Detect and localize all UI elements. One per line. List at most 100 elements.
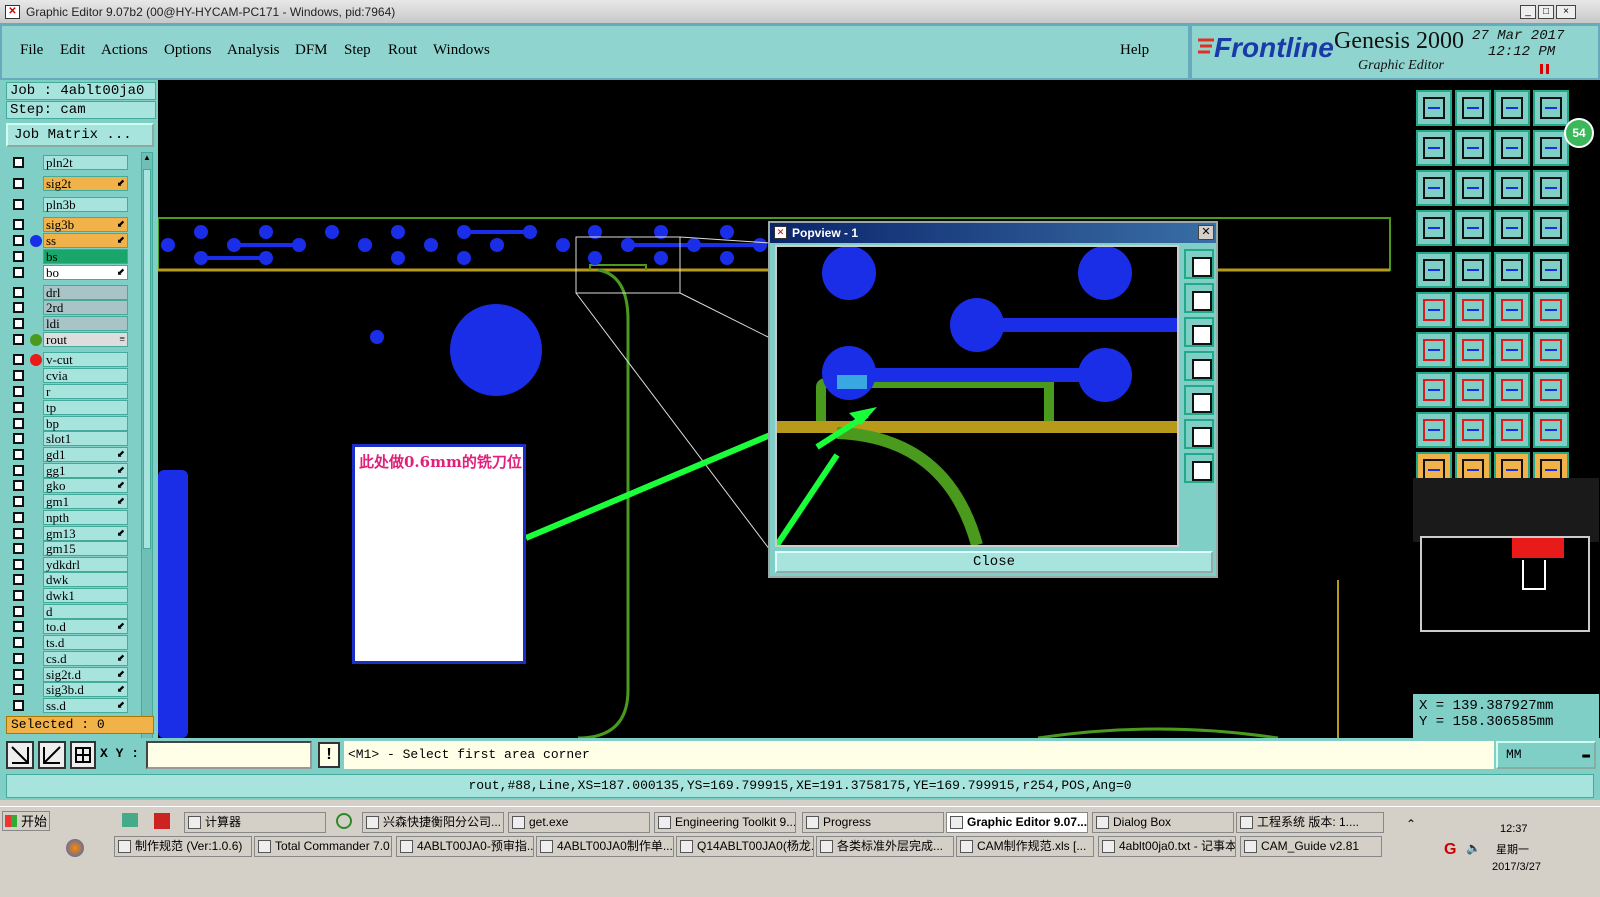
layer-checkbox[interactable] <box>13 302 24 313</box>
layer-scrollbar[interactable]: ▲ ▼ <box>141 152 153 788</box>
zoom-fit-icon[interactable] <box>1494 130 1530 166</box>
taskbar-button[interactable]: Dialog Box <box>1092 812 1234 833</box>
line-red-icon[interactable] <box>1455 332 1491 368</box>
job-matrix-button[interactable]: Job Matrix ... <box>6 123 154 147</box>
layer-checkbox[interactable] <box>13 157 24 168</box>
layer-row[interactable]: dwk <box>10 572 128 587</box>
layer-row[interactable]: v-cut <box>10 352 128 367</box>
layer-checkbox[interactable] <box>13 543 24 554</box>
home-down-icon[interactable] <box>1455 90 1491 126</box>
quicklaunch-pdf-icon[interactable] <box>154 813 170 829</box>
layer-row[interactable]: npth <box>10 510 128 525</box>
resize-icon[interactable] <box>1494 372 1530 408</box>
layer-checkbox[interactable] <box>13 684 24 695</box>
layer-checkbox[interactable] <box>13 178 24 189</box>
layer-row[interactable]: sig2t ⬋ <box>10 176 128 191</box>
layer-checkbox[interactable] <box>13 402 24 413</box>
layer-checkbox[interactable] <box>13 700 24 711</box>
menu-edit[interactable]: Edit <box>60 42 85 59</box>
tray-g-icon[interactable]: G <box>1444 841 1456 859</box>
layer-row[interactable]: sig3b ⬋ <box>10 217 128 232</box>
taskbar-button[interactable]: CAM_Guide v2.81 <box>1240 836 1382 857</box>
layer-row[interactable]: dwk1 <box>10 588 128 603</box>
quicklaunch-folder-icon[interactable] <box>122 813 138 827</box>
taskbar-button[interactable]: 4ablt00ja0.txt - 记事本 <box>1098 836 1236 857</box>
ruler-icon[interactable] <box>1494 252 1530 288</box>
grid-icon[interactable] <box>1455 210 1491 246</box>
zoom-in-icon[interactable] <box>1416 170 1452 206</box>
scroll-up-icon[interactable]: ▲ <box>142 153 152 163</box>
taskbar-button[interactable]: 制作规范 (Ver:1.0.6) <box>114 836 252 857</box>
layer-name[interactable]: gd1 ⬋ <box>43 447 128 462</box>
layer-checkbox[interactable] <box>13 386 24 397</box>
menu-help[interactable]: Help <box>1120 42 1149 59</box>
cross-icon[interactable] <box>1455 292 1491 328</box>
layer-name[interactable]: d <box>43 604 128 619</box>
home-up-icon[interactable] <box>1416 90 1452 126</box>
menu-windows[interactable]: Windows <box>433 42 490 59</box>
layer-checkbox[interactable] <box>13 606 24 617</box>
angle-icon[interactable] <box>1416 332 1452 368</box>
taskbar-button[interactable]: Progress <box>802 812 944 833</box>
layer-name[interactable]: to.d ⬋ <box>43 619 128 634</box>
select-pads-icon[interactable] <box>1416 372 1452 408</box>
start-button[interactable]: 开始 <box>2 811 50 831</box>
units-select[interactable]: MM ▬ <box>1496 741 1596 769</box>
zoom-left-icon[interactable] <box>1416 130 1452 166</box>
layer-name[interactable]: dwk <box>43 572 128 587</box>
layer-name[interactable]: sig2t.d ⬋ <box>43 667 128 682</box>
layer-row[interactable]: ydkdrl <box>10 557 128 572</box>
layer-row[interactable]: slot1 <box>10 431 128 446</box>
popview-center-icon[interactable] <box>1184 453 1214 483</box>
maximize-button[interactable]: □ <box>1538 5 1554 19</box>
layer-checkbox[interactable] <box>13 370 24 381</box>
taskbar-button[interactable]: 4ABLT00JA0-预审指... <box>396 836 534 857</box>
layer-checkbox[interactable] <box>13 496 24 507</box>
triangle-2-icon[interactable] <box>1455 412 1491 448</box>
layer-row[interactable]: drl <box>10 285 128 300</box>
popview-right-icon[interactable] <box>1184 385 1214 415</box>
layer-row[interactable]: tp <box>10 400 128 415</box>
layer-row[interactable]: bp <box>10 416 128 431</box>
layer-name[interactable]: ss.d ⬋ <box>43 698 128 713</box>
pause-icon[interactable] <box>1540 64 1549 74</box>
triangle-icon[interactable] <box>1416 412 1452 448</box>
layer-checkbox[interactable] <box>13 433 24 444</box>
popview-left-icon[interactable] <box>1184 351 1214 381</box>
taskbar-button[interactable]: 兴森快捷衡阳分公司... <box>362 812 504 833</box>
zoom-area-icon[interactable] <box>1455 170 1491 206</box>
layer-row[interactable]: ss ⬋ <box>10 233 128 248</box>
copy-pads-icon[interactable] <box>1533 372 1569 408</box>
taskbar-button[interactable]: 各类标准外层完成... <box>816 836 954 857</box>
quicklaunch-browser-icon[interactable] <box>336 813 352 829</box>
window-fit-icon[interactable] <box>1533 90 1569 126</box>
layer-checkbox[interactable] <box>13 219 24 230</box>
layer-name[interactable]: gm13 ⬋ <box>43 526 128 541</box>
taskbar-button[interactable]: get.exe <box>508 812 650 833</box>
layer-checkbox[interactable] <box>13 354 24 365</box>
layer-checkbox[interactable] <box>13 669 24 680</box>
triangle-3-icon[interactable] <box>1494 412 1530 448</box>
layer-row[interactable]: rout ≡ <box>10 332 128 347</box>
layer-name[interactable]: bp <box>43 416 128 431</box>
menu-options[interactable]: Options <box>164 42 212 59</box>
layer-row[interactable]: gg1 ⬋ <box>10 463 128 478</box>
layer-name[interactable]: ydkdrl <box>43 557 128 572</box>
popview-up-icon[interactable] <box>1184 283 1214 313</box>
layer-name[interactable]: ldi <box>43 316 128 331</box>
layer-name[interactable]: ss ⬋ <box>43 233 128 248</box>
layer-name[interactable]: pln2t <box>43 155 128 170</box>
snap-red-2-icon[interactable] <box>1533 210 1569 246</box>
layer-name[interactable]: drl <box>43 285 128 300</box>
menu-analysis[interactable]: Analysis <box>227 42 280 59</box>
route-red-icon[interactable] <box>1533 292 1569 328</box>
layer-checkbox[interactable] <box>13 653 24 664</box>
popview-close-button[interactable]: Close <box>775 551 1213 573</box>
overview-map[interactable] <box>1420 536 1590 632</box>
layer-checkbox[interactable] <box>13 559 24 570</box>
tray-volume-icon[interactable]: 🔈 <box>1466 841 1481 855</box>
scroll-thumb[interactable] <box>143 169 151 549</box>
layer-checkbox[interactable] <box>13 199 24 210</box>
layer-checkbox[interactable] <box>13 418 24 429</box>
layer-name[interactable]: r <box>43 384 128 399</box>
